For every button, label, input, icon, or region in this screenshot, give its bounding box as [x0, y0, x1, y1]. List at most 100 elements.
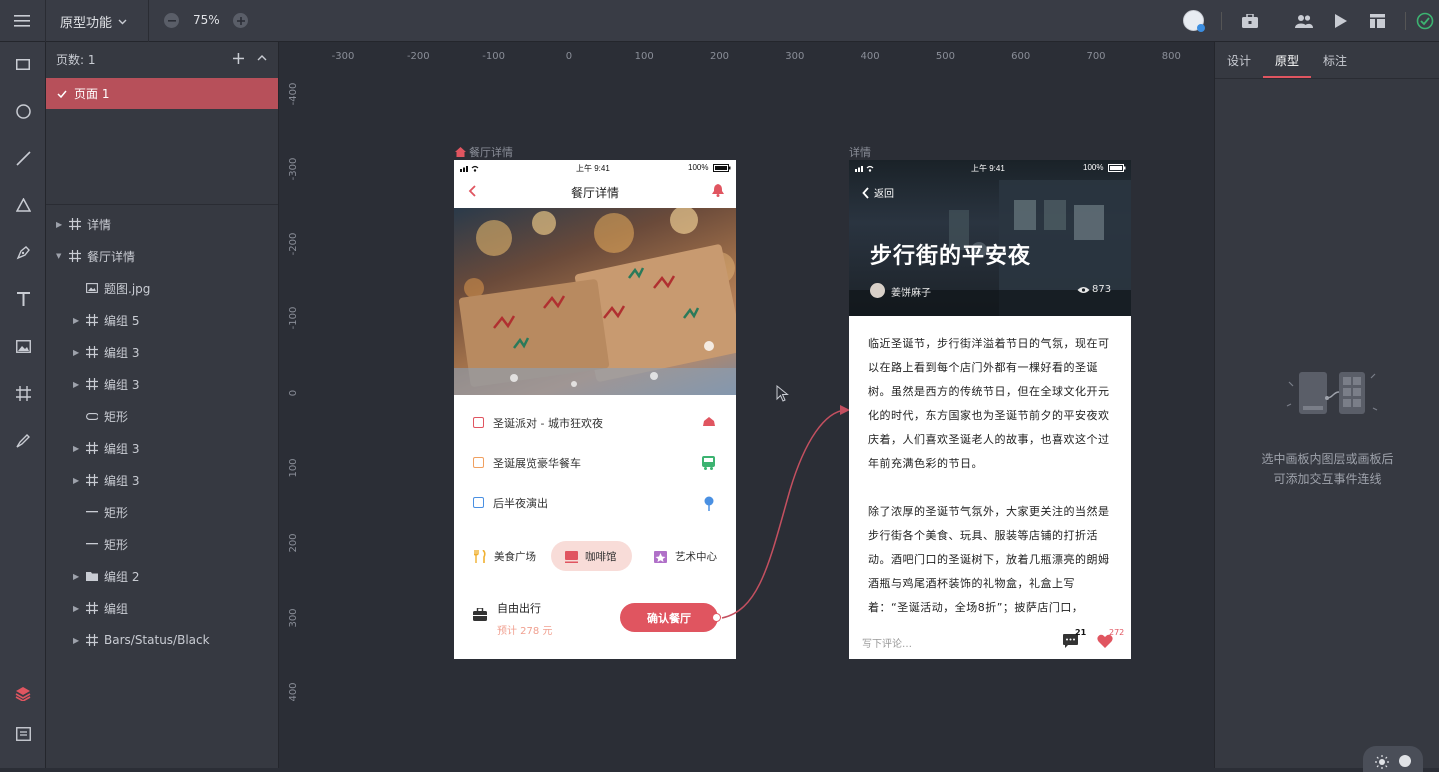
caret-right-icon[interactable]: ▶ [73, 380, 79, 389]
caret-right-icon[interactable]: ▶ [73, 316, 79, 325]
caret-right-icon[interactable]: ▶ [56, 220, 62, 229]
caret-right-icon[interactable]: ▶ [73, 636, 79, 645]
zoom-in-button[interactable] [233, 13, 248, 28]
caret-right-icon[interactable]: ▶ [73, 572, 79, 581]
ruler-tick-label: 0 [287, 390, 299, 397]
plus-icon [236, 16, 245, 25]
interaction-link-curve[interactable] [700, 390, 860, 630]
components-panel-icon[interactable] [12, 724, 34, 744]
layout-icon[interactable] [1367, 11, 1387, 31]
layer-row[interactable]: ▶ 编组 3 [46, 336, 278, 368]
tab-2[interactable]: 标注 [1323, 52, 1347, 69]
user-avatar[interactable] [1183, 10, 1205, 32]
checkbox[interactable] [473, 497, 484, 508]
team-icon[interactable] [1293, 11, 1315, 31]
ellipse-tool-icon[interactable] [12, 101, 34, 121]
line-layer-icon [86, 538, 98, 550]
layer-row[interactable]: ▶ 编组 3 [46, 432, 278, 464]
play-preview-icon[interactable] [1331, 11, 1351, 31]
event-list-item[interactable]: 圣诞展览豪华餐车 [454, 448, 736, 478]
bell-icon[interactable] [712, 184, 724, 197]
layer-row[interactable]: ▶ 详情 [46, 208, 278, 240]
slice-tool-icon[interactable] [12, 430, 34, 450]
text-tool-icon[interactable] [12, 289, 34, 309]
event-list-item[interactable]: 后半夜演出 [454, 488, 736, 518]
fork-knife-icon [474, 550, 486, 563]
caret-right-icon[interactable]: ▶ [73, 604, 79, 613]
checkbox[interactable] [473, 457, 484, 468]
ruler-tick-label: -400 [287, 82, 299, 106]
hint-line-2: 可添加交互事件连线 [1273, 472, 1382, 486]
tab-1[interactable]: 原型 [1275, 52, 1299, 69]
back-chevron-icon [862, 186, 869, 199]
layer-row[interactable]: 题图.jpg [46, 272, 278, 304]
christmas-gift-photo [454, 208, 736, 395]
ruler-tick-label: 100 [634, 51, 654, 62]
checkbox[interactable] [473, 417, 484, 428]
rectangle-tool-icon[interactable] [12, 54, 34, 74]
save-status-check-icon[interactable] [1414, 10, 1436, 32]
mouse-cursor-icon [776, 385, 789, 402]
comment-input[interactable]: 写下评论… [862, 635, 912, 650]
page-item-selected[interactable]: 页面 1 [46, 78, 278, 109]
layer-row[interactable]: ▶ 编组 2 [46, 560, 278, 592]
collapse-pages-icon[interactable] [255, 51, 269, 65]
properties-panel: 设计 原型 标注 选中画板内图层或画板后 可添加交互事件连线 [1214, 42, 1439, 772]
artboard-label-restaurant[interactable]: 餐厅详情 [455, 144, 513, 160]
add-page-icon[interactable] [231, 51, 245, 65]
caret-down-icon[interactable]: ▼ [56, 252, 61, 260]
event-label: 后半夜演出 [493, 497, 548, 510]
ruler-tick-label: -300 [331, 51, 355, 62]
layer-label: Bars/Status/Black [104, 633, 210, 647]
ruler-tick-label: -200 [406, 51, 430, 62]
layer-row[interactable]: 矩形 [46, 528, 278, 560]
artboard-detail[interactable]: 上午 9:41 100% 返回 步行街的平安夜 姜饼麻子 873 临近圣诞节，步… [849, 160, 1131, 659]
trip-title: 自由出行 [497, 602, 541, 615]
vertical-ruler: -400 -300 -200 -100 0 100 200 300 400 [279, 70, 307, 768]
event-label: 圣诞展览豪华餐车 [493, 457, 581, 470]
layer-row[interactable]: ▶ 编组 [46, 592, 278, 624]
layer-row[interactable]: 矩形 [46, 496, 278, 528]
page-count-label: 页数: 1 [56, 53, 96, 67]
layer-row[interactable]: 矩形 [46, 400, 278, 432]
page-item-label: 页面 1 [74, 87, 110, 101]
theme-toggle[interactable] [1363, 746, 1423, 772]
layer-row[interactable]: ▼ 餐厅详情 [46, 240, 278, 272]
event-list-item[interactable]: 圣诞派对 - 城市狂欢夜 [454, 408, 736, 438]
artboard-tool-icon[interactable] [12, 383, 34, 403]
back-button[interactable]: 返回 [862, 185, 894, 200]
artboard-label-detail[interactable]: 详情 [849, 144, 871, 160]
ruler-tick-label: 400 [287, 682, 299, 702]
caret-right-icon[interactable]: ▶ [73, 348, 79, 357]
caret-right-icon[interactable]: ▶ [73, 476, 79, 485]
toolbox-icon[interactable] [1240, 11, 1260, 31]
category-cafe[interactable]: 咖啡馆 [565, 549, 617, 564]
line-tool-icon[interactable] [12, 148, 34, 168]
artboard-restaurant-detail[interactable]: 上午 9:41 100% 餐厅详情 美食广场 咖啡馆 艺术中心 自由出行 预计 … [454, 160, 736, 659]
zoom-out-button[interactable] [164, 13, 179, 28]
project-title-dropdown[interactable]: 原型功能 [60, 12, 127, 31]
zoom-level[interactable]: 75% [193, 13, 220, 27]
tab-0[interactable]: 设计 [1227, 52, 1251, 69]
folder-layer-icon [86, 570, 98, 582]
caret-right-icon[interactable]: ▶ [73, 444, 79, 453]
layer-row[interactable]: ▶ 编组 5 [46, 304, 278, 336]
layer-row[interactable]: ▶ Bars/Status/Black [46, 624, 278, 656]
layers-panel: 页数: 1 页面 1 ▶ 详情 ▼ 餐厅详情 题图.jpg ▶ 编组 5 ▶ 编组 3 ▶ 编组 3… [46, 42, 279, 768]
layers-panel-icon[interactable] [12, 683, 34, 703]
ruler-tick-label: 200 [287, 533, 299, 553]
layer-label: 详情 [87, 217, 112, 232]
layer-row[interactable]: ▶ 编组 3 [46, 368, 278, 400]
layer-row[interactable]: ▶ 编组 3 [46, 464, 278, 496]
pen-tool-icon[interactable] [12, 242, 34, 262]
menu-icon[interactable] [8, 8, 36, 34]
art-frame-icon [654, 550, 667, 563]
author-name: 姜饼麻子 [891, 288, 931, 299]
layer-label: 题图.jpg [104, 281, 151, 296]
image-tool-icon[interactable] [12, 336, 34, 356]
triangle-tool-icon[interactable] [12, 195, 34, 215]
trip-price: 预计 278 元 [497, 626, 553, 637]
nav-title: 餐厅详情 [570, 186, 619, 200]
chat-help-icon [1399, 755, 1411, 767]
category-food-court[interactable]: 美食广场 [474, 549, 536, 564]
